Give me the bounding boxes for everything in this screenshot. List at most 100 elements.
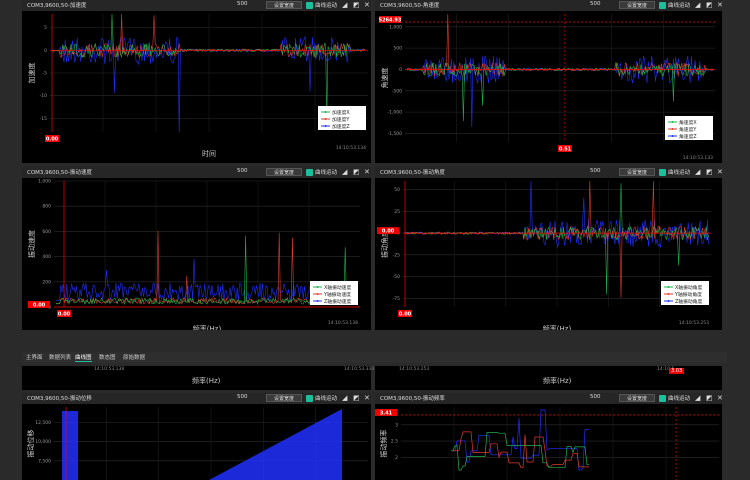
x-axis-label: 频率(Hz) (193, 324, 222, 330)
y-tick-label: 0 (44, 48, 47, 54)
y-tick-label: 3 (395, 422, 398, 428)
series-line (51, 13, 366, 59)
timestamp-label: 14:10:53.134 (336, 145, 366, 151)
legend-label: 角速度Z (679, 133, 697, 140)
vibration-velocity-chart[interactable]: 1,0008006004002000振动速度0.000.00频率(Hz)14:1… (22, 167, 371, 330)
legend-label: X轴振动速度 (324, 284, 351, 291)
strip-xlabel: 频率(Hz) (192, 377, 221, 385)
y-tick-label: 1,000 (38, 179, 51, 185)
y-axis-label: 振动位移 (26, 430, 35, 458)
legend-marker (671, 135, 674, 137)
legend-marker (667, 286, 670, 288)
y-tick-label: 25 (394, 209, 400, 215)
y-tick-label: 600 (42, 229, 51, 235)
tab-main[interactable]: 主界面 (26, 353, 43, 361)
strip-cursor-label: 3.03 (669, 368, 685, 374)
cursor-label: 0.00 (46, 137, 59, 143)
cursor-label: 0.00 (58, 312, 71, 318)
level-label: 0.00 (382, 229, 395, 235)
strip-timestamp: 14:10:53.253 (399, 367, 430, 372)
tab-state[interactable]: 数态图 (99, 353, 116, 361)
level-label: 0.00 (33, 303, 46, 309)
vibration-angle-chart[interactable]: 50250-25-50-75振动角度0.000.00频率(Hz)14:10:53… (375, 167, 722, 330)
vibration-displacement-chart[interactable]: 12,500 10,000 7,500振动位移 (22, 393, 371, 480)
legend-marker (324, 118, 327, 120)
displacement-block (62, 411, 78, 480)
strip-xlabel: 频率(Hz) (543, 377, 572, 385)
vibration-angle-panel: COM3,9600,50-振动角度 500 设置宽度 曲线运动 ◢ ◩ ✕ 50… (375, 167, 723, 330)
cursor-label: 0.00 (399, 312, 412, 318)
timestamp-label: 14:10:53.138 (328, 320, 358, 326)
y-tick-label: -50 (393, 274, 400, 280)
y-tick-label: -75 (393, 296, 400, 302)
y-tick-label: 2.5 (391, 439, 398, 445)
legend-label: 角速度Y (679, 126, 696, 133)
level-label: 5264.93 (379, 18, 402, 24)
legend-label: Z轴振动角度 (675, 298, 702, 305)
tab-raw-data[interactable]: 原始数据 (123, 353, 145, 361)
y-tick-label: 10,000 (35, 439, 51, 445)
legend-marker (324, 111, 327, 113)
y-tick-label: -5 (43, 71, 48, 77)
y-tick-label: 5 (44, 25, 47, 31)
y-tick-label: 800 (42, 204, 51, 210)
vibration-frequency-panel: COM3,9600,50-振动频率 500 设置宽度 曲线运动 ◢ ◩ ✕ 32… (375, 393, 723, 480)
legend-marker (324, 125, 327, 127)
strip-left-panel: 14:10:53.138 14:10:53.333 频率(Hz) (22, 366, 375, 390)
legend-label: 加速度Y (332, 116, 349, 123)
y-tick-label: -500 (392, 88, 402, 94)
level-label: 3.41 (380, 411, 393, 417)
timestamp-label: 14:10:53.133 (683, 155, 713, 161)
x-axis-label: 频率(Hz) (543, 324, 572, 330)
legend-label: 加速度Z (332, 123, 350, 130)
series-line (51, 13, 366, 120)
y-tick-label: -1,500 (387, 131, 402, 137)
legend-marker (667, 293, 670, 295)
legend-marker (316, 286, 319, 288)
tab-data-list[interactable]: 数据列表 (49, 353, 71, 361)
legend-marker (667, 300, 670, 302)
y-tick-label: 50 (394, 187, 400, 193)
y-tick-label: 0 (399, 67, 402, 73)
y-tick-label: 500 (393, 46, 402, 52)
y-axis-label: 振动频率 (379, 430, 388, 458)
y-tick-label: -15 (40, 116, 47, 122)
angular-velocity-chart[interactable]: 1,000 500 0 -500 -1,000 -1,500 角速度 5264.93 0.51 1… (375, 0, 722, 163)
y-tick-label: -25 (393, 252, 400, 258)
main-tab-bar: 主界面 数据列表 曲线图 数态图 原始数据 (22, 352, 727, 363)
y-tick-label: -1,000 (387, 110, 402, 116)
strip-right-panel: 14:10:53.253 频率(Hz) 14:10:5 3.03 (375, 366, 722, 390)
angular-velocity-panel: COM3,9600,50-角速度 500 设置宽度 曲线运动 ◢ ◩ ✕ 1,0… (375, 0, 723, 163)
legend-label: Y轴振动速度 (323, 291, 351, 298)
legend-marker (671, 121, 674, 123)
legend-label: X轴振动角度 (675, 284, 702, 291)
y-axis-label: 振动速度 (27, 230, 36, 258)
legend-marker (316, 293, 319, 295)
vibration-velocity-panel: COM3,9600,50-振动速度 500 设置宽度 曲线运动 ◢ ◩ ✕ 1,… (22, 167, 371, 330)
y-tick-label: 200 (42, 279, 51, 285)
y-tick-label: 2 (395, 455, 398, 461)
displacement-ramp (209, 409, 342, 480)
legend-marker (316, 300, 319, 302)
legend-marker (671, 128, 674, 130)
legend-label: 加速度X (332, 109, 350, 116)
vibration-frequency-chart[interactable]: 3 2.5 2 振动频率 3.41 (375, 393, 722, 480)
legend-label: Z轴振动速度 (324, 298, 351, 305)
acceleration-panel: COM3,9600,50-加速度 500 设置宽度 曲线运动 ◢ ◩ ✕ 50-… (22, 0, 371, 163)
legend-label: Y轴振动角度 (674, 291, 702, 298)
y-tick-label: 400 (42, 254, 51, 260)
acceleration-chart[interactable]: 5 0 -5 -10 -15 加速度 0.00 时间 14:10:53.134 加速度X加速度Y加… (22, 0, 371, 163)
y-tick-label: 7,500 (38, 458, 51, 464)
timestamp-label: 14:10:53.253 (679, 320, 709, 326)
strip-timestamp-2: 14:10:53.333 (344, 367, 375, 372)
vibration-displacement-panel: COM3,9600,50-振动位移 500 设置宽度 曲线运动 ◢ ◩ ✕ 12… (22, 393, 371, 480)
y-tick-label: -10 (40, 93, 47, 99)
y-tick-label: 1,000 (389, 24, 402, 30)
y-axis-label: 角速度 (380, 68, 389, 89)
legend-label: 角速度X (679, 119, 697, 126)
x-axis-label: 时间 (202, 149, 216, 158)
cursor-label: 0.51 (559, 147, 572, 153)
y-axis-label: 加速度 (27, 63, 36, 84)
tab-curves[interactable]: 曲线图 (75, 353, 92, 362)
y-tick-label: 12,500 (35, 420, 51, 426)
